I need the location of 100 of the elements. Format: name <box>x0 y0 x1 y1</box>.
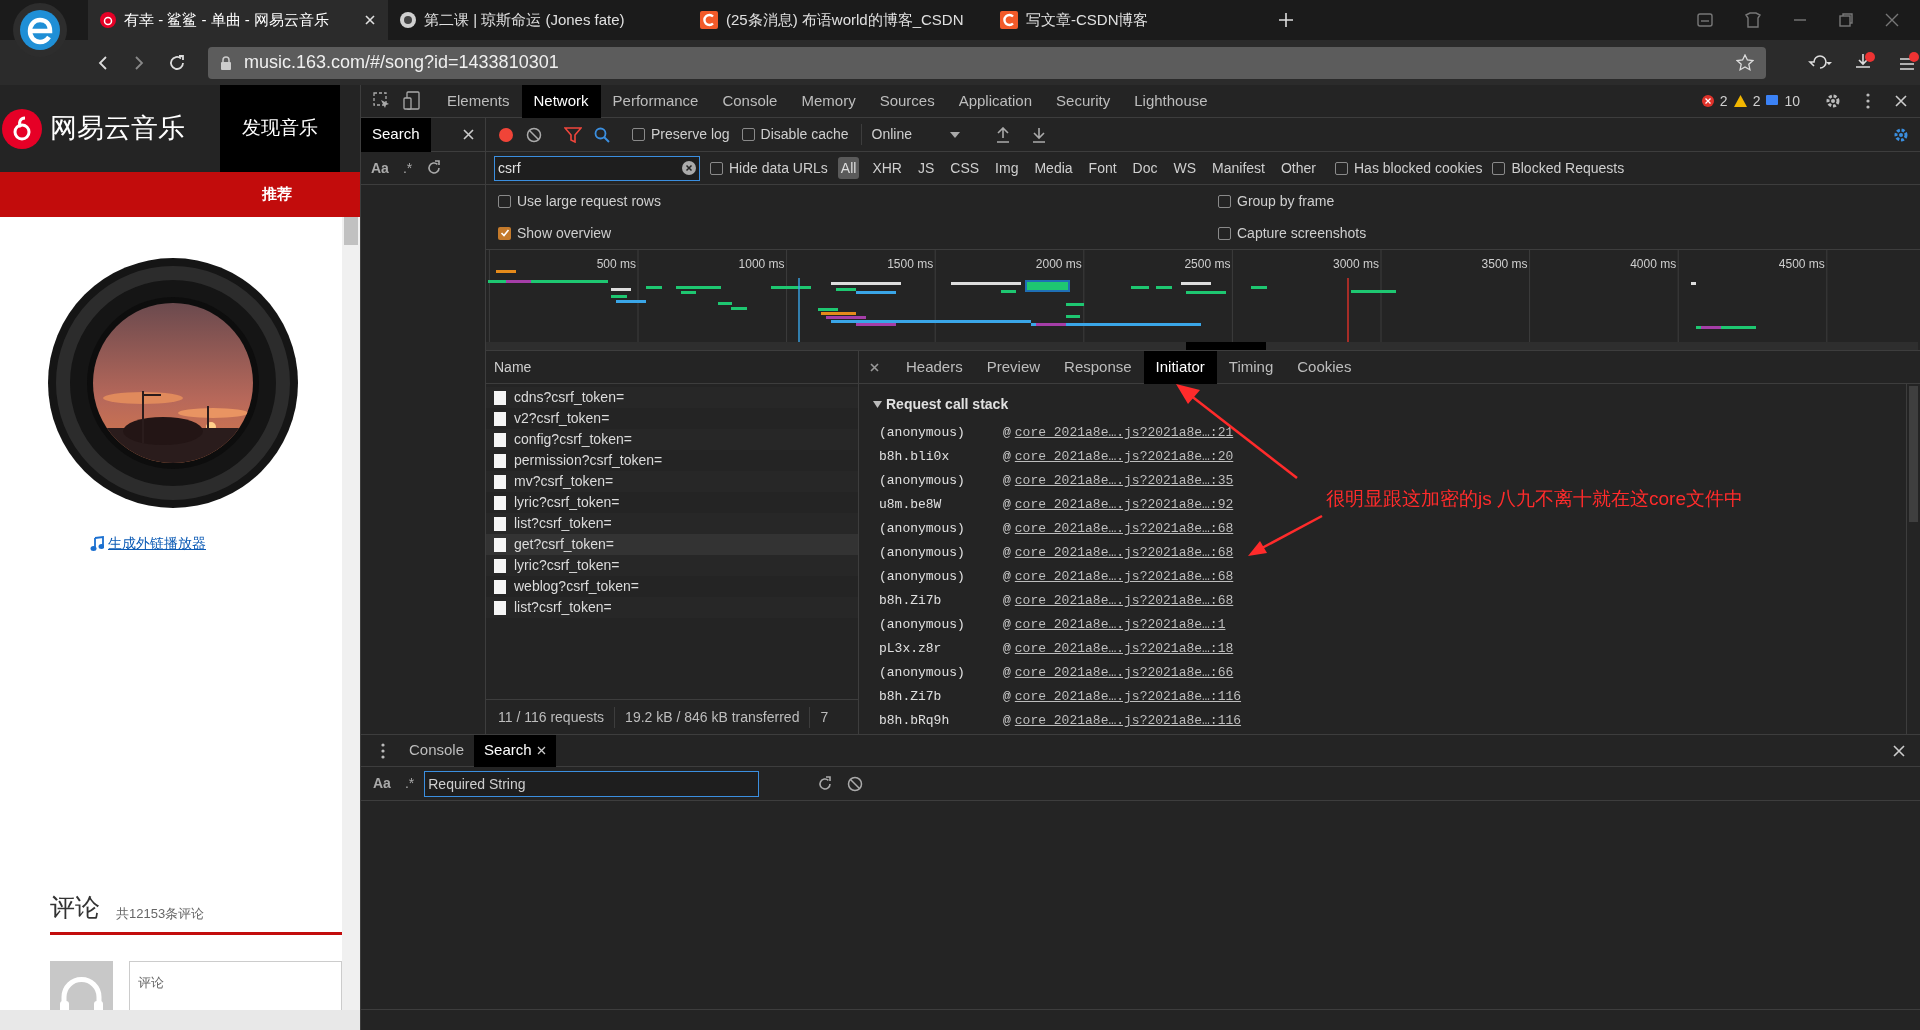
logo-icon[interactable] <box>2 108 42 149</box>
forward-icon[interactable] <box>132 54 146 71</box>
source-link[interactable]: core_2021a8e….js?2021a8e…:116 <box>1014 711 1242 731</box>
request-row[interactable]: get?csrf_token= <box>486 534 858 555</box>
match-case-toggle[interactable]: Aa <box>371 157 389 179</box>
checkbox-label[interactable]: Show overview <box>517 222 612 244</box>
type-filter[interactable]: Font <box>1085 157 1120 179</box>
source-link[interactable]: core_2021a8e….js?2021a8e…:116 <box>1014 687 1242 707</box>
type-filter[interactable]: Media <box>1031 157 1076 179</box>
checkbox-label[interactable]: Blocked Requests <box>1511 157 1625 179</box>
new-tab-icon[interactable] <box>1278 12 1294 28</box>
devtools-tab[interactable]: Performance <box>600 84 711 118</box>
column-header[interactable]: Name <box>486 351 858 384</box>
close-icon[interactable] <box>1894 94 1908 108</box>
detail-tab[interactable]: Timing <box>1216 350 1286 384</box>
devtools-tab[interactable]: Elements <box>435 84 522 118</box>
search-field[interactable]: Required String <box>424 770 760 797</box>
inspect-icon[interactable] <box>373 92 391 110</box>
clear-icon[interactable] <box>526 126 542 143</box>
close-icon[interactable] <box>869 361 880 373</box>
checkbox[interactable] <box>498 226 511 240</box>
browser-tab[interactable]: 写文章-CSDN博客 <box>988 0 1288 40</box>
source-link[interactable]: core_2021a8e….js?2021a8e…:66 <box>1014 663 1234 683</box>
checkbox-label[interactable]: Preserve log <box>651 124 730 145</box>
browser-tab[interactable]: 第二课 | 琼斯命运 (Jones fate) <box>388 0 688 40</box>
devtools-tab[interactable]: Application <box>946 84 1045 118</box>
device-toggle-icon[interactable] <box>403 91 421 111</box>
more-icon[interactable] <box>381 742 385 759</box>
checkbox[interactable] <box>632 128 645 141</box>
devtools-tab[interactable]: Memory <box>789 84 868 118</box>
detail-tab[interactable]: Preview <box>974 350 1053 384</box>
more-icon[interactable] <box>1866 93 1870 109</box>
record-icon[interactable] <box>498 126 514 143</box>
checkbox-label[interactable]: Use large request rows <box>517 190 661 212</box>
source-link[interactable]: core_2021a8e….js?2021a8e…:20 <box>1014 447 1234 467</box>
checkbox[interactable] <box>1335 161 1348 175</box>
browser-tab[interactable]: (25条消息) 布语world的博客_CSDN <box>688 0 988 40</box>
address-field[interactable]: music.163.com/#/song?id=1433810301 <box>207 46 1767 79</box>
checkbox[interactable] <box>1218 194 1231 208</box>
refresh-icon[interactable] <box>426 160 443 176</box>
checkbox-label[interactable]: Hide data URLs <box>729 157 828 179</box>
source-link[interactable]: core_2021a8e….js?2021a8e…:1 <box>1014 615 1226 635</box>
settings-icon[interactable] <box>1824 92 1842 110</box>
filter-icon[interactable] <box>564 126 582 143</box>
player-link[interactable]: 生成外链播放器 <box>108 533 206 554</box>
close-icon[interactable] <box>462 128 475 141</box>
section-header[interactable]: Request call stack <box>873 393 1906 415</box>
scrollbar[interactable] <box>1906 384 1920 734</box>
reload-icon[interactable] <box>167 53 186 72</box>
panel-tab[interactable]: Search <box>361 117 431 152</box>
match-case-toggle[interactable]: Aa <box>373 773 391 794</box>
undo-icon[interactable] <box>1808 53 1833 72</box>
shirt-icon[interactable] <box>1744 12 1762 28</box>
source-link[interactable]: core_2021a8e….js?2021a8e…:92 <box>1014 495 1234 515</box>
checkbox-label[interactable]: Capture screenshots <box>1237 222 1367 244</box>
scrollbar[interactable] <box>342 217 360 1010</box>
close-icon[interactable] <box>1892 743 1906 758</box>
site-logo-text[interactable]: 网易云音乐 <box>50 108 185 149</box>
source-link[interactable]: core_2021a8e….js?2021a8e…:35 <box>1014 471 1234 491</box>
star-icon[interactable] <box>1736 53 1755 72</box>
source-link[interactable]: core_2021a8e….js?2021a8e…:68 <box>1014 591 1234 611</box>
issue-counters[interactable]: 2 2 10 <box>1701 90 1812 112</box>
import-icon[interactable] <box>996 126 1010 143</box>
checkbox[interactable] <box>741 128 755 141</box>
drawer-tab[interactable]: Console <box>399 734 475 767</box>
subnav-tab[interactable]: 推荐 <box>262 183 292 206</box>
type-filter[interactable]: Img <box>992 157 1022 179</box>
clear-icon[interactable] <box>847 775 864 792</box>
devtools-tab[interactable]: Lighthouse <box>1122 84 1220 118</box>
restore-icon[interactable] <box>1838 12 1854 28</box>
type-filter[interactable]: Manifest <box>1209 157 1268 179</box>
checkbox-label[interactable]: Disable cache <box>760 124 849 145</box>
source-link[interactable]: core_2021a8e….js?2021a8e…:68 <box>1014 543 1234 563</box>
checkbox[interactable] <box>498 194 511 208</box>
regex-toggle[interactable]: .* <box>402 157 413 179</box>
source-link[interactable]: core_2021a8e….js?2021a8e…:68 <box>1014 519 1234 539</box>
browser-tab[interactable]: 有幸 - 鲨鲨 - 单曲 - 网易云音乐 <box>88 0 388 40</box>
search-icon[interactable] <box>594 126 610 143</box>
type-filter[interactable]: Other <box>1278 157 1319 179</box>
source-link[interactable]: core_2021a8e….js?2021a8e…:68 <box>1014 567 1234 587</box>
checkbox-label[interactable]: Has blocked cookies <box>1354 157 1483 179</box>
scrollbar[interactable] <box>0 1010 360 1030</box>
type-filter[interactable]: Doc <box>1129 157 1161 179</box>
checkbox-label[interactable]: Group by frame <box>1237 190 1335 212</box>
detail-tab[interactable]: Headers <box>894 350 975 384</box>
close-icon[interactable] <box>536 746 546 755</box>
export-icon[interactable] <box>1032 126 1046 143</box>
regex-toggle[interactable]: .* <box>404 773 415 794</box>
detail-tab[interactable]: Response <box>1052 350 1144 384</box>
checkbox[interactable] <box>1218 226 1231 240</box>
drawer-tab[interactable]: Search <box>474 734 556 767</box>
devtools-tab[interactable]: Network <box>521 84 601 118</box>
type-filter[interactable]: CSS <box>947 157 983 179</box>
clear-field-icon[interactable] <box>682 161 696 175</box>
source-link[interactable]: core_2021a8e….js?2021a8e…:18 <box>1014 639 1234 659</box>
filter-field[interactable]: csrf <box>494 155 700 181</box>
devtools-tab[interactable]: Sources <box>867 84 947 118</box>
type-filter[interactable]: JS <box>914 157 938 179</box>
checkbox[interactable] <box>1492 161 1506 175</box>
devtools-tab[interactable]: Console <box>710 84 790 118</box>
